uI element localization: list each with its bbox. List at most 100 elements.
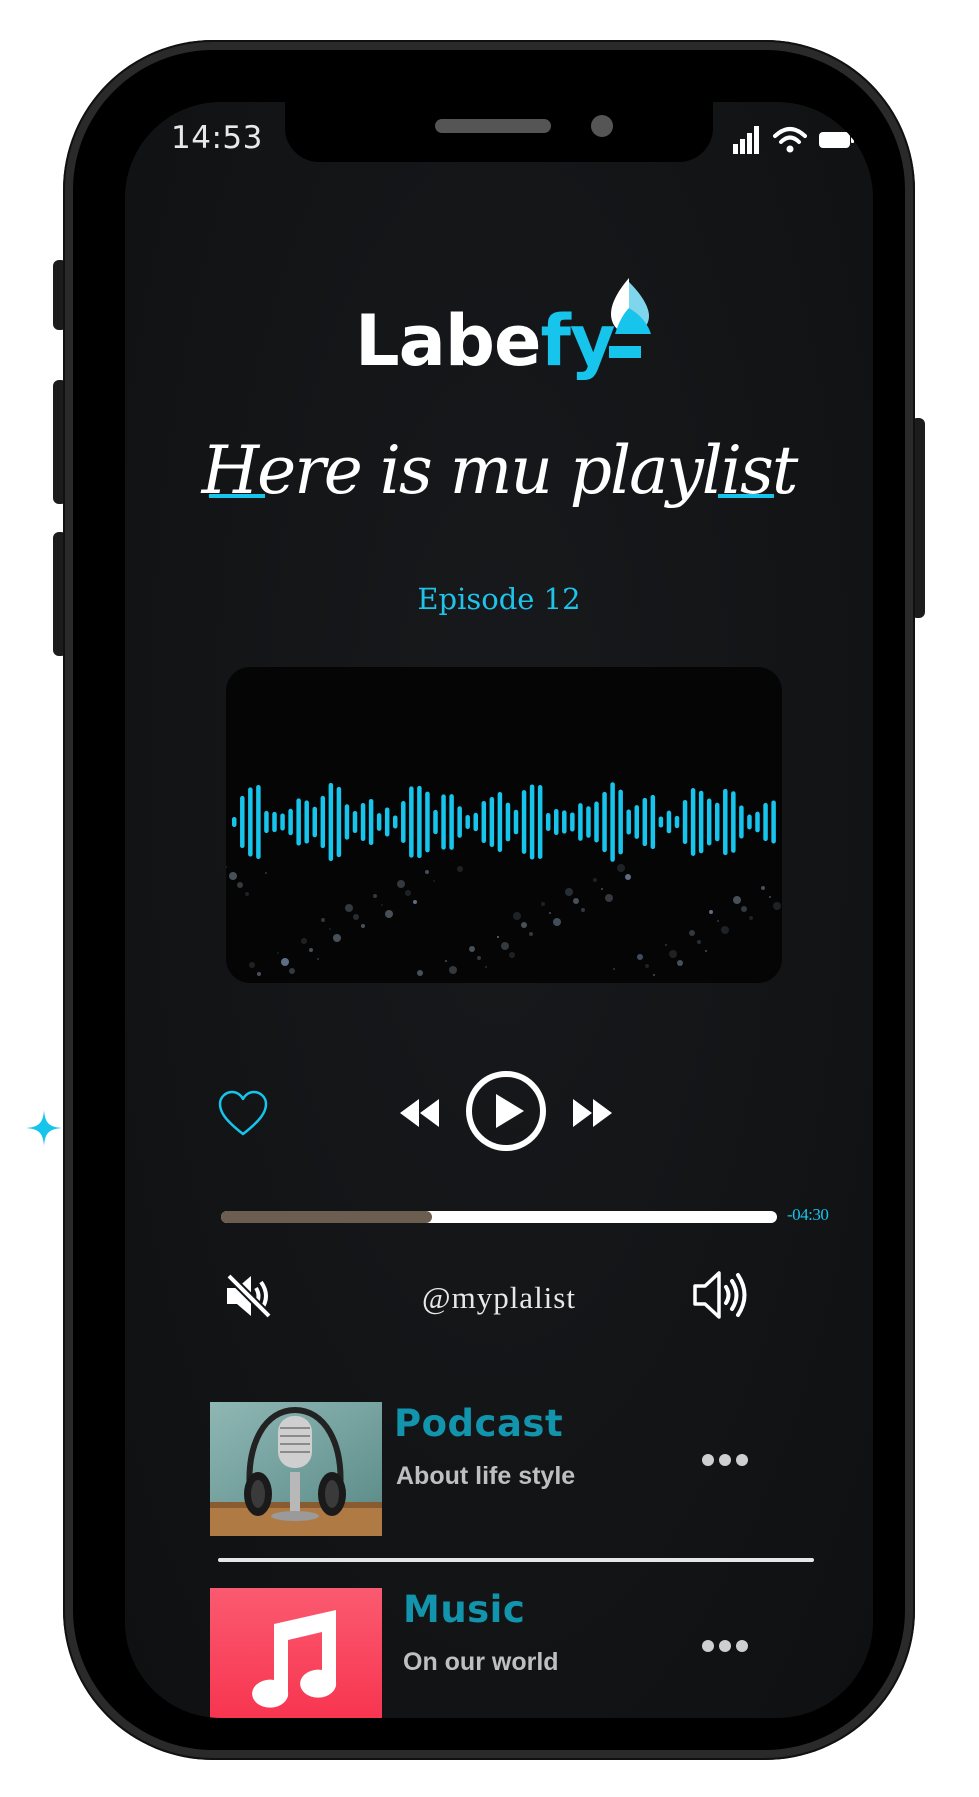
- waveform-bar: [682, 799, 688, 845]
- waveform-bar: [352, 810, 358, 834]
- bokeh-dot: [625, 874, 631, 880]
- logo-wordmark: Labefy: [355, 300, 616, 382]
- waveform-artwork: [226, 667, 782, 983]
- bokeh-dot: [645, 964, 649, 968]
- bokeh-dot: [677, 960, 683, 966]
- waveform-bar: [626, 809, 631, 835]
- bokeh-dot: [741, 906, 747, 912]
- bokeh-dot: [265, 872, 267, 874]
- waveform-bar: [393, 815, 398, 829]
- item-subtitle: On our world: [403, 1648, 559, 1676]
- waveform-bar: [537, 785, 543, 859]
- bokeh-dot: [385, 910, 393, 918]
- episode-label: Episode 12: [417, 582, 581, 616]
- cellular-signal-icon: [733, 126, 759, 154]
- bokeh-dot: [669, 950, 677, 958]
- waveform-bar: [328, 782, 334, 862]
- waveform-bar: [521, 790, 527, 854]
- waveform-bar: [529, 784, 535, 860]
- status-icons: [733, 126, 855, 154]
- bokeh-dot: [617, 864, 625, 872]
- battery-icon: [819, 132, 854, 148]
- bokeh-dot: [601, 888, 603, 890]
- phone-frame: 14:53 Labefy Here is mu playlist Episode…: [63, 40, 915, 1760]
- list-divider: [218, 1558, 814, 1562]
- notch: [285, 102, 713, 162]
- rewind-icon[interactable]: [397, 1095, 441, 1131]
- bokeh-dot: [445, 960, 447, 962]
- bokeh-dot: [413, 900, 417, 904]
- time-remaining: -04:30: [787, 1205, 829, 1224]
- waveform-bar: [562, 810, 567, 834]
- waveform-bar: [570, 812, 575, 832]
- bokeh-dot: [345, 904, 353, 912]
- waveform-bar: [409, 786, 414, 858]
- bokeh-dot: [717, 920, 719, 922]
- waveform-bar: [731, 791, 736, 853]
- bokeh-dot: [469, 946, 475, 952]
- waveform-bar: [433, 809, 438, 835]
- bokeh-dot: [509, 952, 515, 958]
- waveform-bar: [401, 801, 406, 843]
- list-item-music[interactable]: Music On our world: [210, 1588, 810, 1718]
- bokeh-dot: [449, 966, 457, 974]
- bokeh-dot: [709, 910, 713, 914]
- podcast-microphone-image: [210, 1402, 382, 1536]
- waveform-bar: [650, 794, 656, 850]
- waveform-bar: [360, 803, 366, 841]
- waveform-bar: [690, 788, 696, 856]
- bokeh-dot: [769, 896, 771, 898]
- waveform-bar: [457, 806, 462, 838]
- waveform-bar: [602, 791, 607, 853]
- more-dots-icon[interactable]: [700, 1638, 750, 1654]
- waveform-bar: [739, 805, 744, 839]
- bokeh-dot: [553, 918, 561, 926]
- list-item-podcast[interactable]: Podcast About life style: [210, 1402, 810, 1552]
- item-title: Music: [403, 1588, 526, 1631]
- status-time: 14:53: [171, 120, 263, 156]
- waveform-bar: [489, 797, 495, 847]
- bokeh-dot: [613, 968, 615, 970]
- waveform-bar: [634, 805, 639, 839]
- bokeh-dot: [573, 898, 579, 904]
- waveform-bar: [296, 798, 301, 846]
- bokeh-dot: [226, 866, 227, 868]
- waveform-bar: [312, 806, 317, 838]
- bokeh-dot: [317, 958, 319, 960]
- waveform-bar: [425, 791, 430, 853]
- waveform-bar: [706, 798, 712, 846]
- waveform-bar: [513, 809, 519, 835]
- waveform-bar: [449, 794, 454, 850]
- bokeh-dot: [485, 966, 487, 968]
- waveform-bar: [280, 813, 285, 831]
- waveform-bar: [545, 812, 551, 832]
- waveform-bar: [586, 806, 591, 838]
- waveform-bar: [755, 811, 760, 833]
- waveform-bar: [336, 786, 342, 858]
- play-circle-icon[interactable]: [465, 1070, 547, 1152]
- heart-outline-icon[interactable]: [217, 1090, 269, 1138]
- bokeh-dot: [281, 958, 289, 966]
- bokeh-dot: [405, 890, 411, 896]
- waveform-bar: [256, 785, 261, 859]
- title-dash-right: [718, 494, 774, 498]
- waveform-bar: [376, 813, 382, 831]
- waveform-bar: [658, 816, 664, 828]
- waveform-bar: [465, 815, 470, 829]
- bokeh-dot: [593, 878, 597, 882]
- progress-bar[interactable]: [221, 1211, 777, 1223]
- volume-icon[interactable]: [691, 1268, 749, 1322]
- bokeh-dot: [333, 934, 341, 942]
- front-camera: [591, 115, 613, 137]
- bokeh-dot: [477, 956, 481, 960]
- app-logo: Labefy: [355, 278, 675, 398]
- bokeh-dot: [309, 948, 313, 952]
- more-dots-icon[interactable]: [700, 1452, 750, 1468]
- bokeh-dot: [237, 882, 243, 888]
- phone-bezel: 14:53 Labefy Here is mu playlist Episode…: [73, 50, 905, 1750]
- waveform-bar: [715, 802, 720, 842]
- fast-forward-icon[interactable]: [571, 1095, 615, 1131]
- bokeh-dot: [353, 914, 359, 920]
- waveform-bar: [304, 800, 309, 844]
- bokeh-dot: [565, 888, 573, 896]
